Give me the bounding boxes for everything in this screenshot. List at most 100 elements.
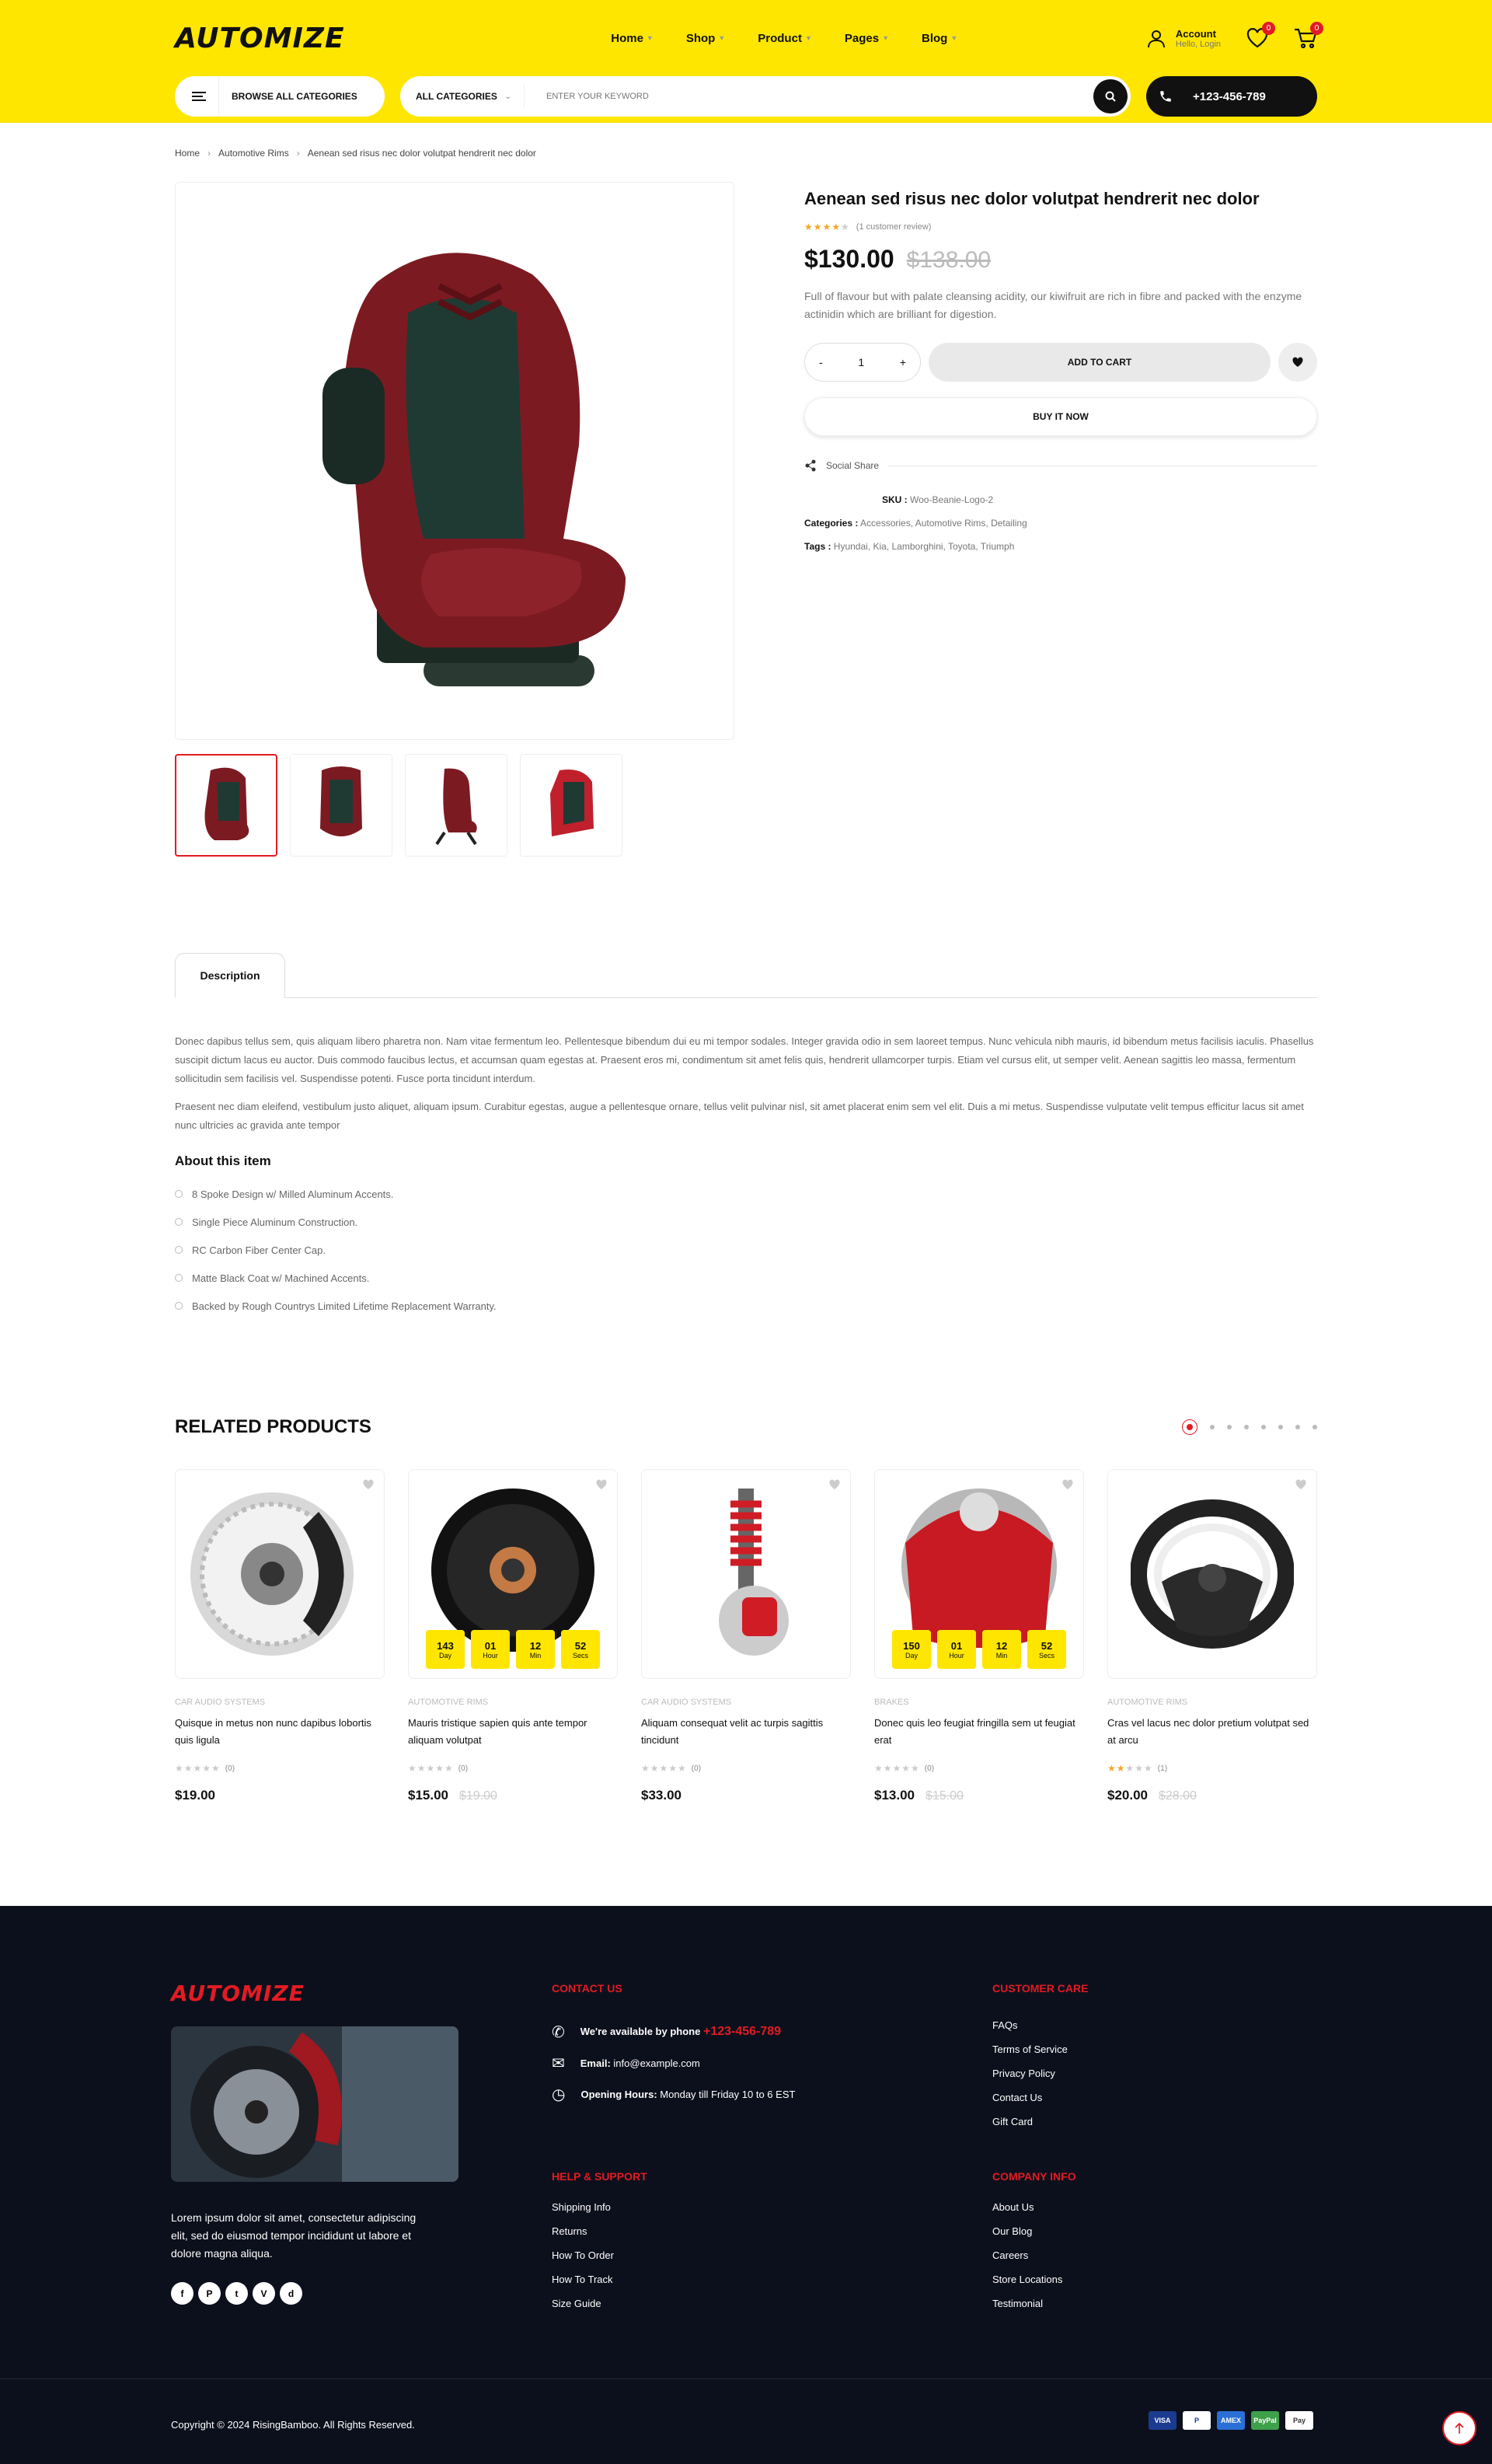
product-thumbnail[interactable] (405, 754, 507, 857)
carousel-dot[interactable] (1227, 1425, 1232, 1430)
browse-categories-button[interactable]: BROWSE ALL CATEGORIES (175, 76, 385, 117)
nav-home[interactable]: Home ▼ (611, 32, 654, 45)
footer-email[interactable]: info@example.com (613, 2057, 699, 2069)
breadcrumb-category[interactable]: Automotive Rims (218, 148, 289, 182)
carousel-dot[interactable] (1244, 1425, 1249, 1430)
product-card-image[interactable] (175, 1469, 385, 1680)
tags-links[interactable]: Hyundai, Kia, Lamborghini, Toyota, Trium… (834, 541, 1015, 552)
qty-value[interactable]: 1 (858, 356, 864, 368)
phone-number: +123-456-789 (1193, 89, 1266, 103)
heart-icon[interactable] (362, 1479, 375, 1490)
carousel-dot[interactable] (1182, 1419, 1197, 1436)
cart-button[interactable]: 0 (1294, 22, 1323, 50)
buy-now-button[interactable]: BUY IT NOW (804, 397, 1317, 437)
footer-phone[interactable]: +123-456-789 (703, 2025, 781, 2038)
product-card-category[interactable]: CAR AUDIO SYSTEMS (175, 1698, 385, 1707)
brake-rotor-image (190, 1492, 354, 1656)
product-card[interactable]: CAR AUDIO SYSTEMS Quisque in metus non n… (175, 1469, 385, 1803)
review-count: (0) (225, 1764, 235, 1773)
tab-description[interactable]: Description (175, 953, 285, 998)
product-card[interactable]: AUTOMOTIVE RIMS Cras vel lacus nec dolor… (1107, 1469, 1317, 1803)
product-card[interactable]: 143 Day 01 Hour 12 Min 52 Secs AUTOMOTIVE RI… (408, 1469, 618, 1803)
product-card-image[interactable] (1107, 1469, 1317, 1680)
carousel-dot[interactable] (1261, 1425, 1266, 1430)
footer-link[interactable]: Contact Us (992, 2092, 1068, 2116)
product-card-price: $33.00 (641, 1788, 682, 1803)
twitter-icon[interactable]: t (225, 2282, 248, 2305)
categories-links[interactable]: Accessories, Automotive Rims, Detailing (860, 518, 1027, 529)
carousel-dot[interactable] (1278, 1425, 1283, 1430)
tiktok-icon[interactable]: d (280, 2282, 302, 2305)
carousel-dot[interactable] (1312, 1425, 1317, 1430)
footer-link[interactable]: How To Track (552, 2274, 614, 2298)
product-card-image[interactable] (641, 1469, 851, 1680)
product-card-name[interactable]: Mauris tristique sapien quis ante tempor… (408, 1715, 618, 1750)
product-card[interactable]: 150 Day 01 Hour 12 Min 52 Secs BRAKES Donec … (874, 1469, 1084, 1803)
search-button[interactable] (1093, 79, 1128, 113)
facebook-icon[interactable]: f (171, 2282, 193, 2305)
search-input[interactable] (525, 92, 1093, 101)
visa-icon: VISA (1149, 2411, 1177, 2430)
footer-link[interactable]: Size Guide (552, 2298, 614, 2322)
wishlist-button[interactable]: 0 (1246, 22, 1275, 50)
product-card-name[interactable]: Cras vel lacus nec dolor pretium volutpa… (1107, 1715, 1317, 1750)
footer-link[interactable]: Testimonial (992, 2298, 1062, 2322)
footer-link[interactable]: Store Locations (992, 2274, 1062, 2298)
product-thumbnail[interactable] (520, 754, 622, 857)
carousel-dot[interactable] (1210, 1425, 1215, 1430)
heart-icon[interactable] (1061, 1479, 1074, 1490)
wishlist-count-badge: 0 (1262, 22, 1275, 35)
account-link[interactable]: Account Hello, Login (1146, 28, 1221, 49)
product-card-name[interactable]: Aliquam consequat velit ac turpis sagitt… (641, 1715, 851, 1750)
back-to-top-button[interactable] (1442, 2411, 1476, 2445)
site-logo[interactable]: AUTOMIZE (175, 23, 345, 54)
product-card-image[interactable]: 150 Day 01 Hour 12 Min 52 Secs (874, 1469, 1084, 1680)
nav-pages[interactable]: Pages ▼ (845, 32, 889, 45)
footer-link[interactable]: How To Order (552, 2249, 614, 2274)
footer-link[interactable]: Shipping Info (552, 2201, 614, 2225)
chevron-down-icon: ⌄ (504, 92, 511, 101)
product-card-name[interactable]: Quisque in metus non nunc dapibus lobort… (175, 1715, 385, 1750)
product-thumbnail[interactable] (290, 754, 392, 857)
product-card-category[interactable]: AUTOMOTIVE RIMS (1107, 1698, 1317, 1707)
heart-icon[interactable] (1295, 1479, 1307, 1490)
footer-link[interactable]: Returns (552, 2225, 614, 2249)
footer-link[interactable]: Terms of Service (992, 2043, 1068, 2068)
qty-decrease-button[interactable]: - (819, 356, 823, 368)
nav-shop[interactable]: Shop ▼ (686, 32, 725, 45)
heart-icon[interactable] (595, 1479, 608, 1490)
product-card[interactable]: CAR AUDIO SYSTEMS Aliquam consequat veli… (641, 1469, 851, 1803)
product-card-category[interactable]: CAR AUDIO SYSTEMS (641, 1698, 851, 1707)
phone-button[interactable]: +123-456-789 (1146, 76, 1317, 117)
social-share[interactable]: Social Share (804, 459, 1317, 472)
main-nav: Home ▼ Shop ▼ Product ▼ Pages ▼ Blog ▼ (611, 32, 957, 45)
qty-increase-button[interactable]: + (900, 356, 906, 368)
nav-product[interactable]: Product ▼ (758, 32, 812, 45)
customer-care-heading: CUSTOMER CARE (992, 1982, 1089, 1995)
footer-link[interactable]: FAQs (992, 2019, 1068, 2043)
product-card-image[interactable]: 143 Day 01 Hour 12 Min 52 Secs (408, 1469, 618, 1680)
footer-link[interactable]: Gift Card (992, 2116, 1068, 2140)
pinterest-icon[interactable]: P (198, 2282, 221, 2305)
footer-link[interactable]: Our Blog (992, 2225, 1062, 2249)
vimeo-icon[interactable]: V (253, 2282, 275, 2305)
timer-days: 143 Day (426, 1630, 465, 1670)
product-card-name[interactable]: Donec quis leo feugiat fringilla sem ut … (874, 1715, 1084, 1750)
review-count-link[interactable]: (1 customer review) (856, 222, 932, 232)
footer-link[interactable]: About Us (992, 2201, 1062, 2225)
footer-link[interactable]: Careers (992, 2249, 1062, 2274)
product-card-category[interactable]: BRAKES (874, 1698, 1084, 1707)
footer-logo[interactable]: AUTOMIZE (171, 1981, 305, 2006)
footer-link[interactable]: Privacy Policy (992, 2068, 1068, 2092)
account-label: Account (1175, 27, 1216, 40)
breadcrumb-home[interactable]: Home (175, 148, 200, 182)
heart-icon[interactable] (828, 1479, 841, 1490)
product-card-category[interactable]: AUTOMOTIVE RIMS (408, 1698, 618, 1707)
add-to-cart-button[interactable]: ADD TO CART (929, 343, 1271, 382)
add-to-wishlist-button[interactable] (1278, 343, 1317, 382)
category-select[interactable]: ALL CATEGORIES ⌄ (400, 85, 525, 108)
product-thumbnail[interactable] (175, 754, 277, 857)
carousel-dot[interactable] (1295, 1425, 1300, 1430)
product-main-image[interactable] (175, 182, 734, 740)
nav-blog[interactable]: Blog ▼ (922, 32, 957, 45)
